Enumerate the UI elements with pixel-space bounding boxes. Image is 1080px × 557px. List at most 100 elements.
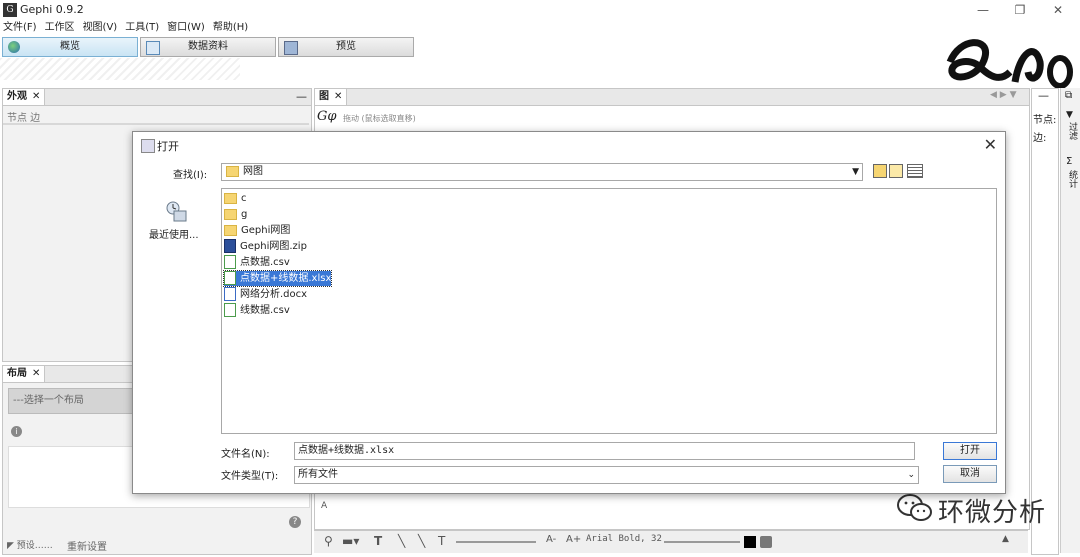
font-name-button[interactable]: Arial Bold, 32 xyxy=(586,534,662,544)
nodes-count-label: 节点: xyxy=(1033,115,1057,126)
excel-file-icon xyxy=(224,271,236,285)
context-panel: — 节点: 边: xyxy=(1031,88,1059,555)
csv-file-icon xyxy=(224,303,236,317)
window-title: Gephi 0.9.2 xyxy=(20,3,84,16)
file-name: Gephi网图.zip xyxy=(240,241,307,252)
tab-data-label: 数据资料 xyxy=(188,41,228,52)
graph-panel-header: 图 ✕ xyxy=(315,89,1029,106)
word-file-icon xyxy=(224,287,236,301)
dialog-close-button[interactable]: ✕ xyxy=(984,135,997,154)
tab-overview[interactable]: 概览 xyxy=(2,37,138,57)
menu-tools[interactable]: 工具(T) xyxy=(125,20,159,36)
tab-layout[interactable]: 布局 ✕ xyxy=(3,366,46,382)
filetype-label: 文件类型(T): xyxy=(221,471,279,482)
file-name: 线数据.csv xyxy=(240,305,290,316)
close-tab-icon[interactable]: ✕ xyxy=(334,91,342,102)
up-folder-icon[interactable] xyxy=(873,164,887,178)
minimize-context-button[interactable]: — xyxy=(1038,89,1049,102)
gephi-logo xyxy=(940,32,1080,88)
file-list-item[interactable]: Gephi网图 xyxy=(224,223,290,238)
close-tab-icon[interactable]: ✕ xyxy=(32,91,40,102)
file-list-item[interactable]: 点数据+线数据.xlsx xyxy=(222,270,333,287)
restore-window-icon[interactable]: ⧉ xyxy=(1065,90,1072,101)
menu-help[interactable]: 帮助(H) xyxy=(213,20,248,36)
expand-icon[interactable]: ▲ xyxy=(1002,534,1009,544)
globe-icon xyxy=(8,41,20,53)
color-swatch-icon[interactable] xyxy=(744,536,756,548)
recent-items-icon[interactable] xyxy=(165,200,187,222)
tab-appearance[interactable]: 外观 ✕ xyxy=(3,89,46,105)
monitor-icon xyxy=(284,41,298,55)
chevron-down-icon: ⌄ xyxy=(907,470,915,480)
title-bar: G Gephi 0.9.2 — ❐ ✕ xyxy=(0,0,1080,20)
filename-input[interactable]: 点数据+线数据.xlsx xyxy=(294,442,915,460)
statistics-tab[interactable]: 统计 xyxy=(1066,170,1079,188)
view-menu-icon[interactable] xyxy=(907,164,923,178)
tab-graph[interactable]: 图 ✕ xyxy=(315,89,348,105)
presets-link[interactable]: ◤ 预设…… xyxy=(7,538,53,551)
font-larger-button[interactable]: A+ xyxy=(566,534,581,545)
new-folder-icon[interactable] xyxy=(889,164,903,178)
folder-icon xyxy=(224,192,237,204)
file-list: c g Gephi网图 Gephi网图.zip 点数据.csv 点数据+线数据.xlsx 网… xyxy=(221,188,997,434)
right-sidebar: ⧉ ▼ 过滤 Σ 统计 xyxy=(1060,88,1080,553)
menu-workspace[interactable]: 工作区 xyxy=(45,20,75,36)
node-edge-subtabs[interactable]: 节点 边 xyxy=(7,109,40,124)
file-list-item[interactable]: 网络分析.docx xyxy=(224,287,307,302)
pin-icon[interactable]: ⚲ xyxy=(324,534,333,548)
reset-link[interactable]: 重新设置 xyxy=(67,538,107,553)
edges-count-label: 边: xyxy=(1033,133,1047,144)
close-tab-icon[interactable]: ✕ xyxy=(32,368,40,379)
sigma-icon[interactable]: Σ xyxy=(1066,156,1072,167)
line-tool-icon[interactable]: ╲ xyxy=(398,534,405,548)
workspace-tabs: 概览 数据资料 预览 xyxy=(0,37,420,57)
minimize-button[interactable]: — xyxy=(975,2,991,18)
tab-graph-label: 图 xyxy=(319,91,329,102)
filetype-combo[interactable]: 所有文件 ⌄ xyxy=(294,466,919,484)
file-list-item[interactable]: Gephi网图.zip xyxy=(224,239,307,254)
edge-tool-icon[interactable]: ╲ xyxy=(418,534,425,548)
help-icon[interactable]: ? xyxy=(289,516,301,528)
close-window-button[interactable]: ✕ xyxy=(1050,2,1066,18)
tab-preview[interactable]: 预览 xyxy=(278,37,414,57)
zip-file-icon xyxy=(224,239,236,253)
filename-label: 文件名(N): xyxy=(221,449,270,460)
tab-appearance-label: 外观 xyxy=(7,91,27,102)
layout-select[interactable]: ---选择一个布局 xyxy=(8,388,138,414)
minimize-panel-button[interactable]: — xyxy=(296,89,307,105)
tab-data-laboratory[interactable]: 数据资料 xyxy=(140,37,276,57)
file-list-item[interactable]: 点数据.csv xyxy=(224,255,290,270)
filter-icon[interactable]: ▼ xyxy=(1066,110,1073,120)
filter-tab[interactable]: 过滤 xyxy=(1066,122,1079,140)
folder-icon xyxy=(224,224,237,236)
panel-nav-arrows-icon[interactable]: ◀ ▶ ▼ xyxy=(990,90,1017,100)
watermark: 环微分析 xyxy=(890,490,1070,528)
wechat-icon xyxy=(897,494,932,521)
info-icon[interactable]: i xyxy=(11,426,22,437)
menu-window[interactable]: 窗口(W) xyxy=(167,20,205,36)
lookin-combo[interactable]: 网图 ▼ xyxy=(221,163,863,181)
open-button[interactable]: 打开 xyxy=(943,442,997,460)
file-name: Gephi网图 xyxy=(241,225,291,236)
settings-icon[interactable] xyxy=(760,536,772,548)
font-slider[interactable] xyxy=(664,541,740,543)
menu-file[interactable]: 文件(F) xyxy=(3,20,37,36)
file-name: c xyxy=(241,193,247,204)
file-name: g xyxy=(241,209,248,220)
font-smaller-button[interactable]: A- xyxy=(546,534,556,545)
tab-overview-label: 概览 xyxy=(60,41,80,52)
text-size-icon[interactable]: T xyxy=(438,534,445,548)
file-list-item[interactable]: 线数据.csv xyxy=(224,303,290,318)
file-list-item[interactable]: c xyxy=(224,191,247,206)
maximize-button[interactable]: ❐ xyxy=(1012,2,1028,18)
size-slider[interactable] xyxy=(456,541,536,543)
menu-view[interactable]: 视图(V) xyxy=(83,20,118,36)
text-tool-icon[interactable]: T xyxy=(374,534,382,548)
cancel-button[interactable]: 取消 xyxy=(943,465,997,483)
menu-bar: 文件(F) 工作区 视图(V) 工具(T) 窗口(W) 帮助(H) xyxy=(0,20,940,36)
recent-items-label[interactable]: 最近使用... xyxy=(149,226,199,241)
watermark-text: 环微分析 xyxy=(938,498,1047,528)
camera-icon[interactable]: ▬▾ xyxy=(342,534,359,548)
csv-file-icon xyxy=(224,255,236,269)
file-list-item[interactable]: g xyxy=(224,207,247,222)
